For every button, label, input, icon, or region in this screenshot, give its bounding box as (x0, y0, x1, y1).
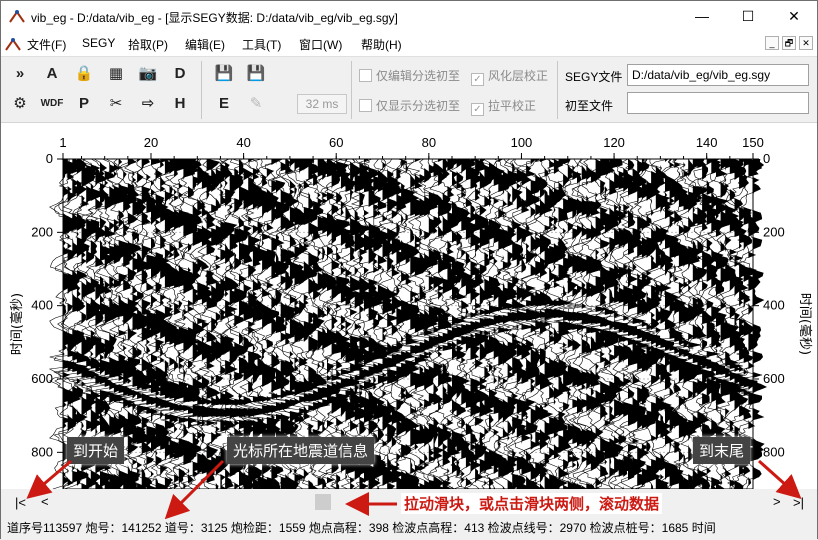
x-tick-label: 20 (144, 135, 158, 150)
x-tick-label: 120 (603, 135, 625, 150)
title-bar[interactable]: vib_eg - D:/data/vib_eg - [显示SEGY数据: D:/… (1, 1, 817, 31)
menu-edit[interactable]: 编辑(E) (185, 36, 225, 53)
y-tick-label-right: 800 (763, 444, 785, 459)
pick-p-icon[interactable]: P (71, 92, 97, 116)
y-tick-label-left: 600 (31, 371, 53, 386)
app-window: vib_eg - D:/data/vib_eg - [显示SEGY数据: D:/… (0, 0, 818, 539)
y-tick-label-left: 0 (46, 151, 53, 166)
menu-help[interactable]: 帮助(H) (361, 36, 402, 53)
y-tick-label-left: 200 (31, 224, 53, 239)
status-bar: 道序号113597 炮号：141252 道号：3125 炮检距：1559 炮点高… (1, 518, 817, 539)
x-tick-label: 1 (59, 135, 66, 150)
flatten-correction-label: 拉平校正 (488, 99, 537, 113)
x-tick-label: 40 (236, 135, 250, 150)
scroll-right-arrow[interactable]: > (773, 494, 781, 509)
toolbar-separator (201, 61, 202, 119)
x-tick-label: 140 (696, 135, 718, 150)
annotation-to-end: 到末尾 (693, 437, 751, 464)
wdf-icon[interactable]: WDF (39, 92, 65, 116)
minimize-button[interactable]: — (679, 1, 725, 31)
y-tick-label-right: 0 (763, 151, 770, 166)
x-tick-label: 100 (511, 135, 533, 150)
display-icon[interactable]: D (167, 62, 193, 86)
time-step-field[interactable]: 32 ms (297, 94, 347, 114)
segy-file-field[interactable]: D:/data/vib_eg/vib_eg.sgy (627, 64, 809, 86)
toolbar-separator (351, 61, 352, 119)
y-tick-label-left: 800 (31, 444, 53, 459)
y-tick-label-left: 400 (31, 298, 53, 313)
only-edit-picks-label: 仅编辑分选初至 (376, 69, 461, 83)
x-tick-label: 150 (742, 135, 764, 150)
mdi-close-button[interactable]: ✕ (799, 36, 813, 50)
header-icon[interactable]: H (167, 92, 193, 116)
menu-pick[interactable]: 拾取(P) (128, 36, 168, 53)
maximize-button[interactable]: ☐ (725, 1, 771, 31)
trace-fill (507, 159, 521, 489)
pen-dropdown-icon[interactable]: ✎ (243, 92, 269, 116)
export-icon[interactable]: ⇨ (135, 92, 161, 116)
trace-fill (753, 159, 767, 489)
mdi-controls: _ 🗗 ✕ (762, 35, 813, 50)
menu-file[interactable]: 文件(F) (27, 36, 66, 53)
y-axis-label-left: 时间(毫秒) (9, 293, 25, 355)
weathering-correction-label: 风化层校正 (488, 69, 549, 83)
fast-forward-icon[interactable]: » (7, 62, 33, 86)
y-tick-label-right: 200 (763, 224, 785, 239)
save-all-icon[interactable]: 💾 (243, 62, 269, 86)
mdi-minimize-button[interactable]: _ (765, 36, 779, 50)
segy-file-label: SEGY文件 (565, 70, 623, 84)
only-show-picks-checkbox[interactable]: 仅显示分选初至 (359, 97, 460, 114)
scroll-left-arrow[interactable]: < (41, 494, 49, 509)
seismic-plot-area[interactable]: 1 20 40 60 80 100 120 140 150 0 0 200 200 400 400 600 60… (1, 123, 817, 490)
only-edit-picks-checkbox[interactable]: 仅编辑分选初至 (359, 67, 460, 84)
first-break-file-label: 初至文件 (565, 99, 614, 113)
cut-icon[interactable]: ✂ (103, 92, 129, 116)
annotation-cursor-info: 光标所在地震道信息 (227, 437, 375, 464)
camera-icon[interactable]: 📷 (135, 62, 161, 86)
y-axis-label-right: 时间(毫秒) (797, 293, 813, 355)
menu-bar: 文件(F) SEGY 拾取(P) 编辑(E) 工具(T) 窗口(W) 帮助(H)… (1, 31, 817, 57)
toolbar: » A 🔒 ▦ 📷 D ⚙ WDF P ✂ ⇨ H 💾 💾 E ✎ 32 ms … (1, 57, 817, 123)
y-tick-label-right: 600 (763, 371, 785, 386)
annotation-drag-hint: 拉动滑块，或点击滑块两侧，滚动数据 (401, 493, 663, 514)
document-icon (5, 38, 21, 51)
weathering-correction-checkbox[interactable]: ✓ 风化层校正 (471, 67, 548, 86)
annotation-to-start: 到开始 (67, 437, 125, 464)
scroll-to-start-button[interactable]: |< (15, 495, 26, 510)
flatten-correction-checkbox[interactable]: ✓ 拉平校正 (471, 97, 536, 116)
scroll-thumb[interactable] (315, 494, 331, 510)
x-tick-label: 60 (329, 135, 343, 150)
close-button[interactable]: ✕ (771, 1, 817, 31)
x-tick-label: 80 (422, 135, 436, 150)
menu-window[interactable]: 窗口(W) (299, 36, 342, 53)
scroll-to-end-button[interactable]: >| (793, 495, 804, 510)
menu-tools[interactable]: 工具(T) (242, 36, 281, 53)
gear-icon[interactable]: ⚙ (7, 92, 33, 116)
mdi-restore-button[interactable]: 🗗 (782, 36, 796, 50)
amplitude-icon[interactable]: A (39, 62, 65, 86)
table-icon[interactable]: ▦ (103, 62, 129, 86)
toolbar-separator (557, 61, 558, 119)
menu-segy[interactable]: SEGY (82, 36, 115, 50)
seismic-chart[interactable]: 1 20 40 60 80 100 120 140 1500 0200 200400 400600 60… (1, 123, 817, 490)
app-logo-icon (9, 10, 25, 23)
y-tick-label-right: 400 (763, 298, 785, 313)
window-title: vib_eg - D:/data/vib_eg - [显示SEGY数据: D:/… (31, 11, 398, 25)
lock-icon[interactable]: 🔒 (71, 62, 97, 86)
only-show-picks-label: 仅显示分选初至 (376, 99, 461, 113)
first-break-file-field[interactable] (627, 92, 809, 114)
save-icon[interactable]: 💾 (211, 62, 237, 86)
edit-mode-icon[interactable]: E (211, 92, 237, 116)
